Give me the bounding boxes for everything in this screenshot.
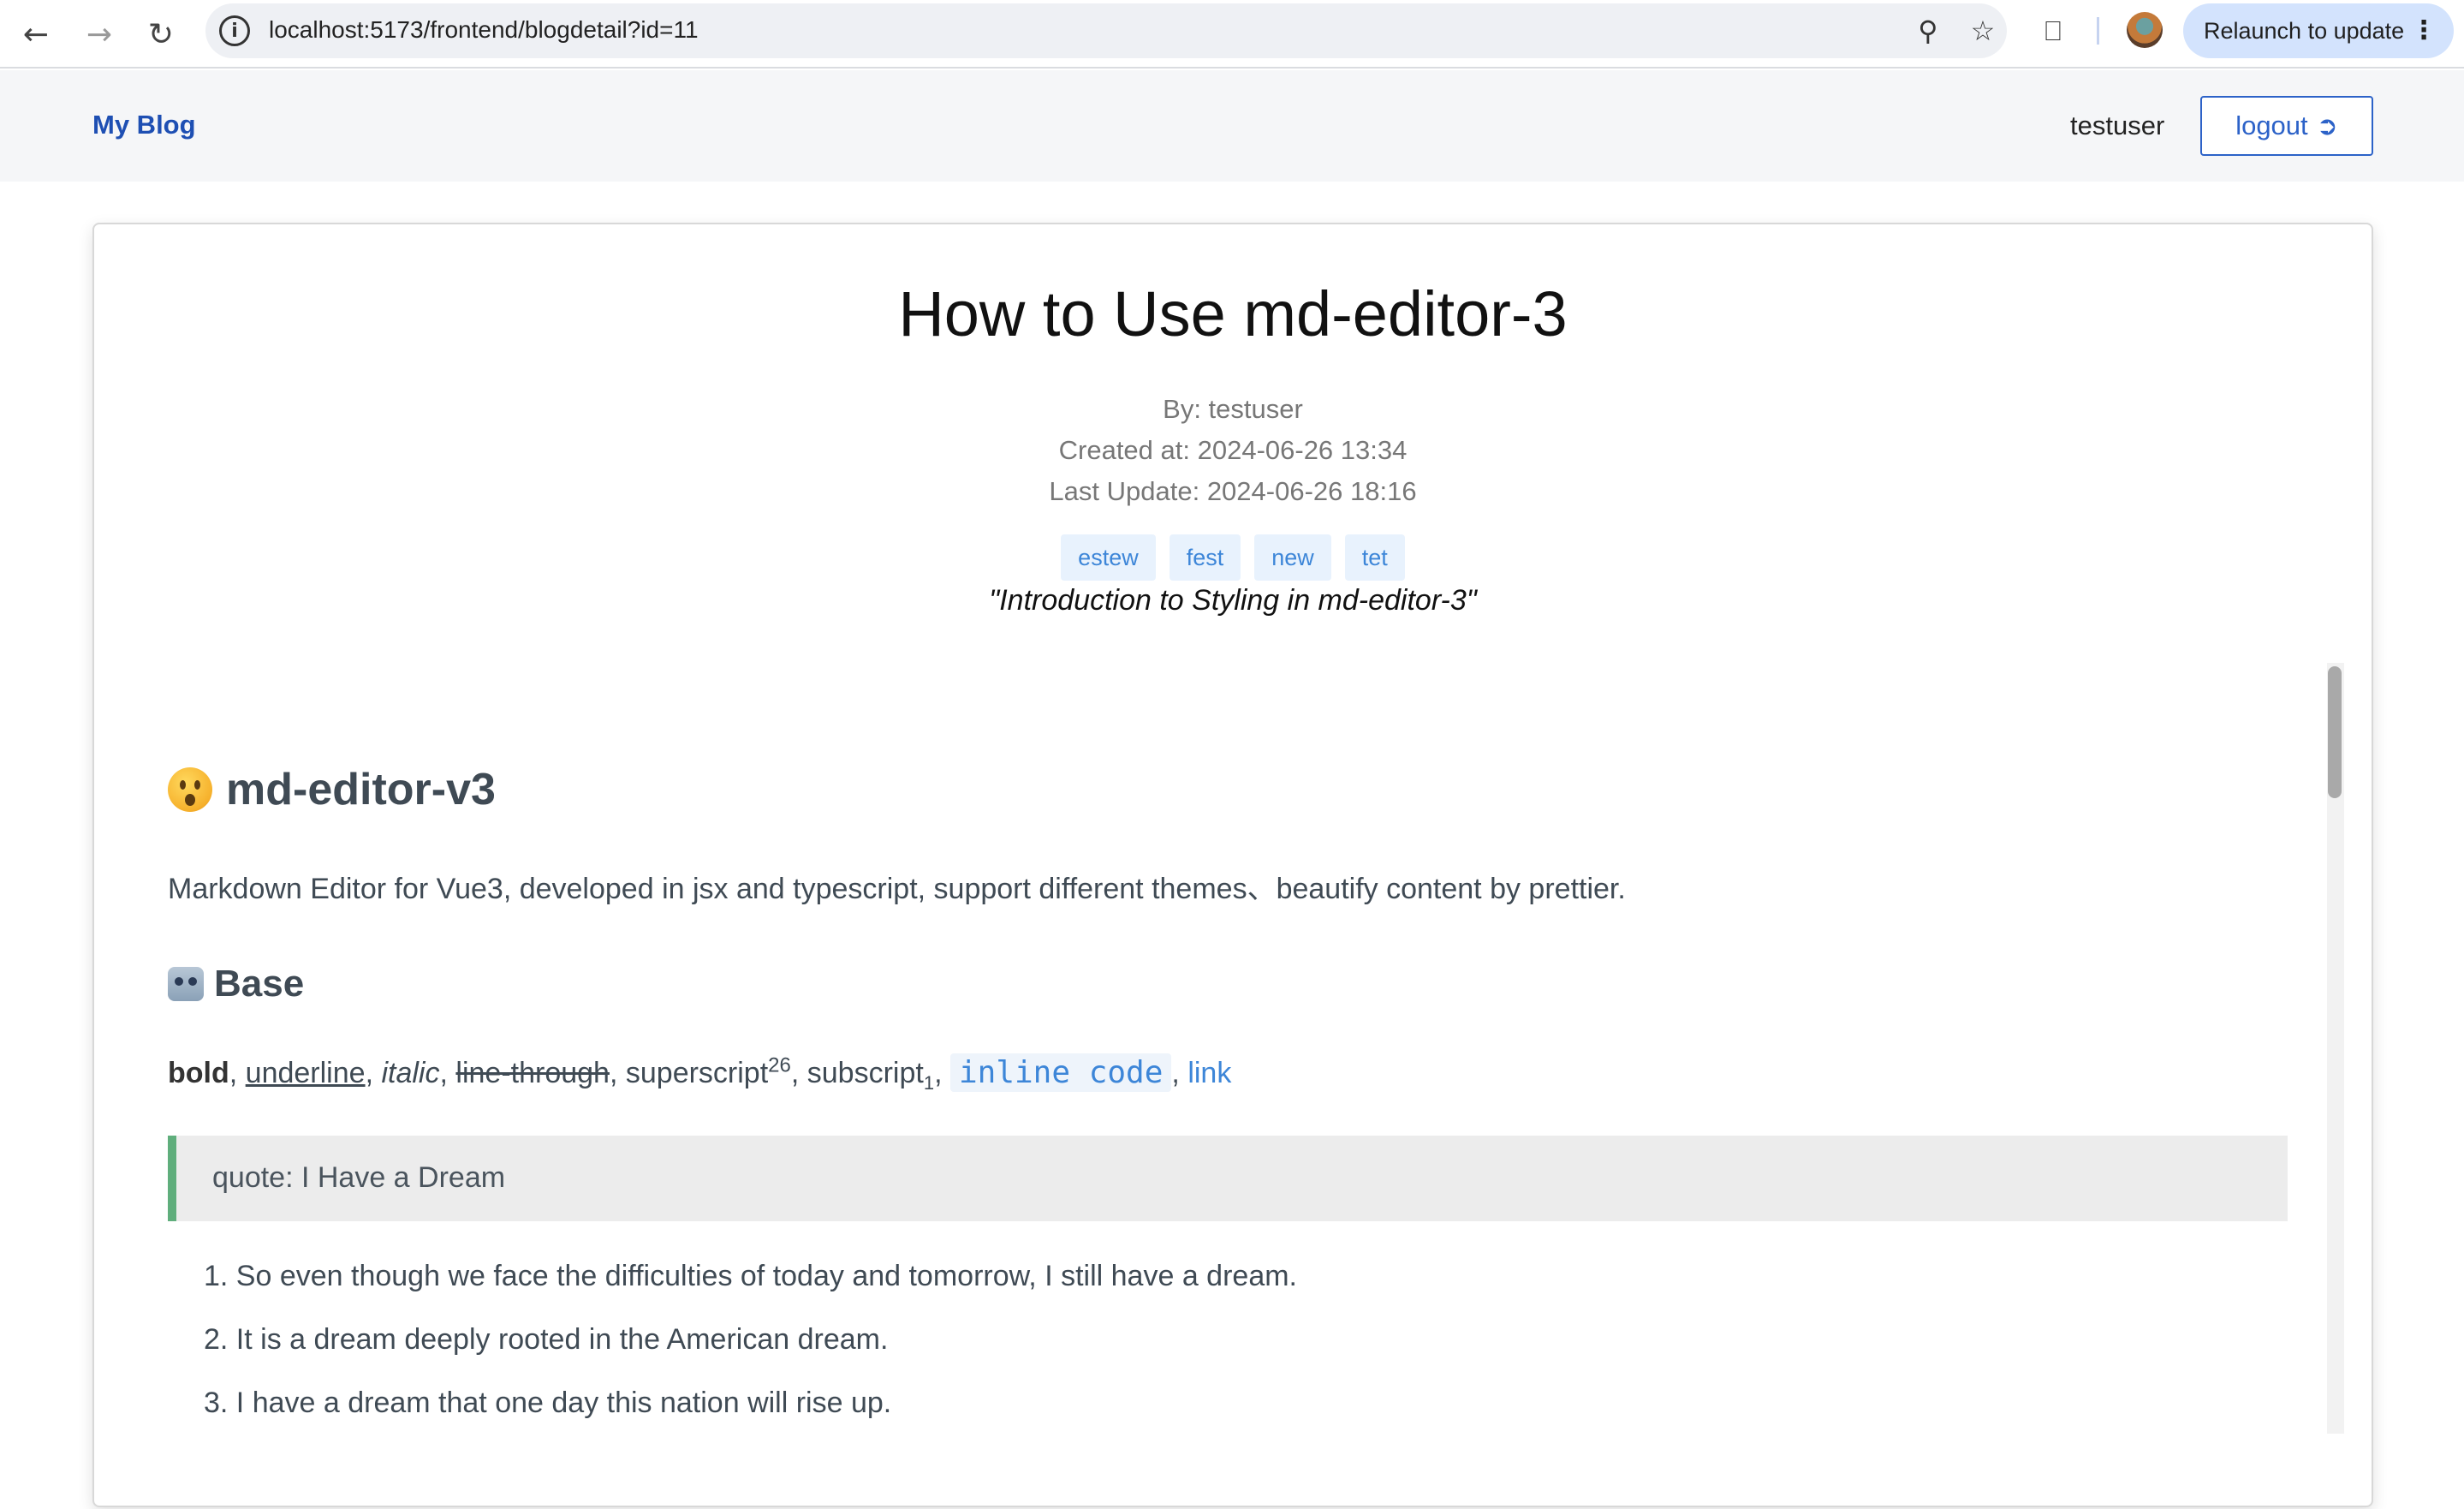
relaunch-label: Relaunch to update <box>2204 17 2405 44</box>
strikethrough-text: line-through <box>455 1057 610 1089</box>
md-heading-1: md-editor-v3 <box>168 764 496 815</box>
relaunch-button[interactable]: Relaunch to update ⋮ <box>2183 3 2454 58</box>
superscript-value: 26 <box>768 1053 791 1077</box>
subscript-text: subscript <box>806 1057 924 1089</box>
separator: , <box>609 1057 626 1089</box>
superscript-text: superscript <box>625 1057 769 1089</box>
reload-icon[interactable]: ↻ <box>135 9 187 60</box>
tag[interactable]: tet <box>1344 534 1405 581</box>
separator: , <box>934 1057 950 1089</box>
more-icon[interactable]: ⋮ <box>2411 15 2437 45</box>
info-icon[interactable]: i <box>219 15 250 46</box>
subscript-value: 1 <box>923 1071 935 1094</box>
extensions-icon[interactable]: ⎕ <box>2034 12 2072 50</box>
italic-text: italic <box>381 1057 440 1089</box>
zoom-icon[interactable]: ⚲ <box>1911 14 1945 48</box>
post-updated: Last Update: 2024-06-26 18:16 <box>1049 476 1417 506</box>
post-author: By: testuser <box>1163 394 1303 424</box>
list-item: 2. It is a dream deeply rooted in the Am… <box>204 1323 889 1356</box>
separator: , <box>1171 1057 1188 1089</box>
md-link[interactable]: link <box>1187 1057 1231 1089</box>
back-icon[interactable]: ← <box>10 9 62 60</box>
list-item: 3. I have a dream that one day this nati… <box>204 1387 892 1419</box>
bold-text: bold <box>168 1057 229 1089</box>
logout-button[interactable]: logout ➲ <box>2200 96 2373 156</box>
post-summary: "Introduction to Styling in md-editor-3" <box>989 584 1477 617</box>
forward-icon[interactable]: → <box>74 9 125 60</box>
profile-avatar[interactable] <box>2127 12 2163 48</box>
blog-detail-card: How to Use md-editor-3 By: testuser Crea… <box>92 223 2373 1507</box>
preview-scrollbar-thumb[interactable] <box>2328 666 2342 798</box>
separator: , <box>439 1057 456 1089</box>
toolbar-divider <box>2097 17 2099 45</box>
astonished-face-icon <box>168 767 212 812</box>
logout-label: logout <box>2235 110 2308 140</box>
list-item: 1. So even though we face the difficulti… <box>204 1260 1297 1292</box>
tag-list: estew fest new tet <box>94 534 2372 581</box>
site-header: My Blog testuser logout ➲ <box>0 70 2464 182</box>
tag[interactable]: estew <box>1061 534 1156 581</box>
username: testuser <box>2070 110 2165 140</box>
md-ordered-list: 1. So even though we face the difficulti… <box>204 1249 1297 1439</box>
md-heading-2: Base <box>168 963 304 1005</box>
markdown-preview: md-editor-v3 Markdown Editor for Vue3, d… <box>168 653 2308 1509</box>
md-intro-paragraph: Markdown Editor for Vue3, developed in j… <box>168 873 1626 905</box>
separator: , <box>229 1057 246 1089</box>
address-bar[interactable]: i localhost:5173/frontend/blogdetail?id=… <box>205 3 2007 58</box>
underline-text: underline <box>245 1057 366 1089</box>
inline-code: inline code <box>949 1053 1172 1092</box>
brand-link[interactable]: My Blog <box>92 110 196 140</box>
post-title: How to Use md-editor-3 <box>898 278 1568 349</box>
tag[interactable]: new <box>1254 534 1331 581</box>
separator: , <box>365 1057 382 1089</box>
url-text[interactable]: localhost:5173/frontend/blogdetail?id=11 <box>269 16 699 44</box>
tag[interactable]: fest <box>1169 534 1241 581</box>
logout-icon: ➲ <box>2316 110 2338 141</box>
md-heading-2-text: Base <box>214 963 305 1005</box>
separator: , <box>790 1057 807 1089</box>
browser-toolbar: ← → ↻ i localhost:5173/frontend/blogdeta… <box>0 0 2464 69</box>
md-heading-1-text: md-editor-v3 <box>226 765 496 814</box>
robot-icon <box>168 967 204 1001</box>
post-created: Created at: 2024-06-26 13:34 <box>1058 435 1408 465</box>
star-icon[interactable]: ☆ <box>1966 14 2000 48</box>
md-base-styles-line: bold, underline, italic, line-through, s… <box>168 1053 1231 1092</box>
md-blockquote: quote: I Have a Dream <box>168 1136 2288 1221</box>
